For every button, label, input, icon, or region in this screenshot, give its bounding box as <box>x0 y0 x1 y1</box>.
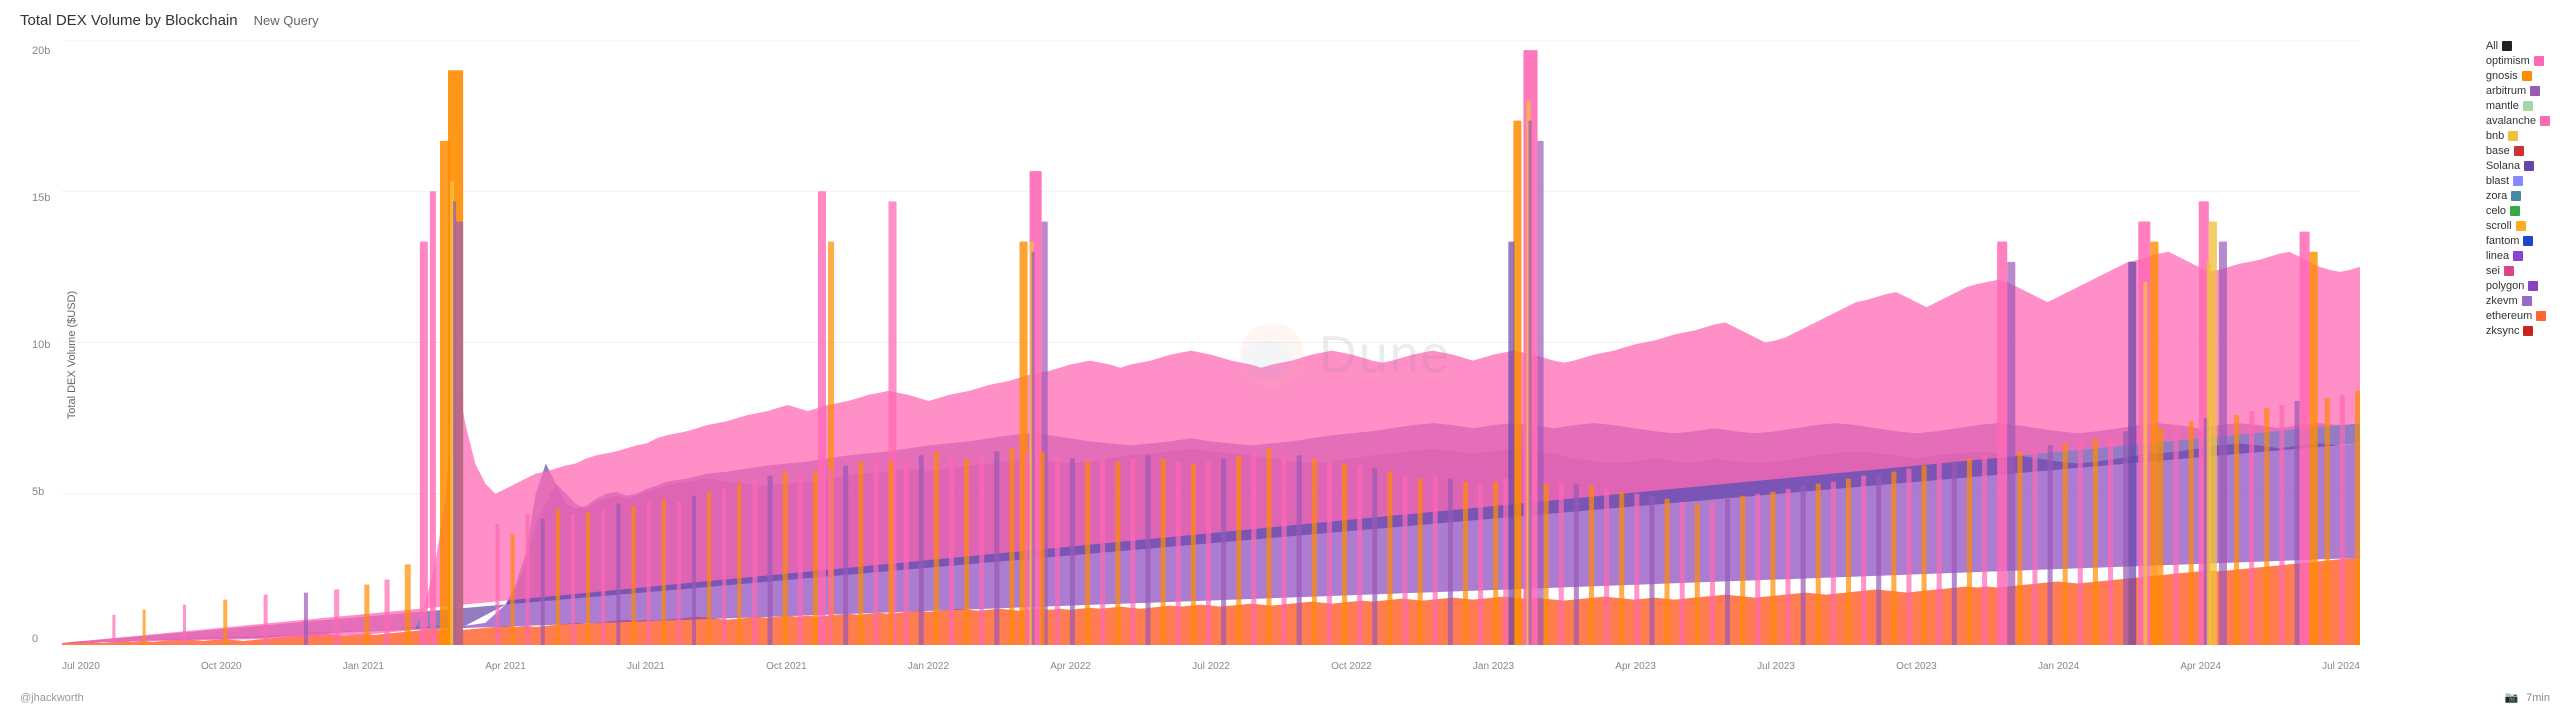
legend-item-label: fantom <box>2486 235 2520 247</box>
legend-color-swatch <box>2516 221 2526 231</box>
legend-item[interactable]: avalanche <box>2486 115 2550 127</box>
legend-color-swatch <box>2528 281 2538 291</box>
x-tick: Jan 2021 <box>343 661 384 672</box>
legend-item-label: gnosis <box>2486 70 2518 82</box>
legend-item-label: arbitrum <box>2486 85 2526 97</box>
legend-item[interactable]: zkevm <box>2486 295 2550 307</box>
x-tick: Apr 2022 <box>1050 661 1091 672</box>
legend-item[interactable]: polygon <box>2486 280 2550 292</box>
legend-color-swatch <box>2524 161 2534 171</box>
legend-color-swatch <box>2523 326 2533 336</box>
x-tick: Jan 2022 <box>908 661 949 672</box>
legend-item-label: zksync <box>2486 325 2520 337</box>
y-tick-5b: 5b <box>32 486 50 498</box>
x-tick: Jul 2021 <box>627 661 665 672</box>
legend-color-swatch <box>2522 71 2532 81</box>
legend-item[interactable]: Solana <box>2486 160 2550 172</box>
x-tick: Apr 2021 <box>485 661 526 672</box>
legend-item-label: celo <box>2486 205 2506 217</box>
legend-item-label: optimism <box>2486 55 2530 67</box>
x-tick: Jan 2024 <box>2038 661 2079 672</box>
x-tick: Jul 2024 <box>2322 661 2360 672</box>
footer-user: @jhackworth <box>20 692 84 704</box>
legend-item[interactable]: celo <box>2486 205 2550 217</box>
y-axis-ticks: 20b 15b 10b 5b 0 <box>32 45 50 645</box>
x-tick: Oct 2023 <box>1896 661 1937 672</box>
x-tick: Jul 2022 <box>1192 661 1230 672</box>
x-tick: Oct 2021 <box>766 661 807 672</box>
chart-header: Total DEX Volume by Blockchain New Query <box>20 12 319 29</box>
legend-color-swatch <box>2534 56 2544 66</box>
legend-item[interactable]: zksync <box>2486 325 2550 337</box>
legend-item-label: ethereum <box>2486 310 2532 322</box>
legend-color-swatch <box>2504 266 2514 276</box>
y-tick-20b: 20b <box>32 45 50 57</box>
legend-color-swatch <box>2536 311 2546 321</box>
x-tick: Oct 2020 <box>201 661 242 672</box>
legend-item-label: All <box>2486 40 2498 52</box>
x-tick: Apr 2024 <box>2180 661 2221 672</box>
legend-color-swatch <box>2508 131 2518 141</box>
refresh-time: 7min <box>2526 692 2550 704</box>
legend-item-label: avalanche <box>2486 115 2536 127</box>
legend-item[interactable]: fantom <box>2486 235 2550 247</box>
legend-color-swatch <box>2511 191 2521 201</box>
legend-item-label: blast <box>2486 175 2509 187</box>
legend-item[interactable]: gnosis <box>2486 70 2550 82</box>
legend-item[interactable]: mantle <box>2486 100 2550 112</box>
legend-color-swatch <box>2514 146 2524 156</box>
legend-color-swatch <box>2522 296 2532 306</box>
legend-color-swatch <box>2513 251 2523 261</box>
footer-right: 📷 7min <box>2504 691 2550 704</box>
chart-svg <box>62 40 2360 645</box>
legend-item-label: linea <box>2486 250 2509 262</box>
legend-item-label: sei <box>2486 265 2500 277</box>
legend-item[interactable]: linea <box>2486 250 2550 262</box>
y-tick-15b: 15b <box>32 192 50 204</box>
legend-item[interactable]: sei <box>2486 265 2550 277</box>
legend-item[interactable]: optimism <box>2486 55 2550 67</box>
x-tick: Oct 2022 <box>1331 661 1372 672</box>
legend-item-label: zora <box>2486 190 2507 202</box>
y-tick-10b: 10b <box>32 339 50 351</box>
legend-item[interactable]: ethereum <box>2486 310 2550 322</box>
legend-item-label: mantle <box>2486 100 2519 112</box>
legend-item[interactable]: base <box>2486 145 2550 157</box>
legend-item-label: Solana <box>2486 160 2520 172</box>
legend-color-swatch <box>2540 116 2550 126</box>
chart-title: Total DEX Volume by Blockchain <box>20 12 238 29</box>
x-tick: Jul 2020 <box>62 661 100 672</box>
new-query-button[interactable]: New Query <box>254 13 319 28</box>
legend-item[interactable]: bnb <box>2486 130 2550 142</box>
legend-item-label: scroll <box>2486 220 2512 232</box>
x-tick: Jan 2023 <box>1473 661 1514 672</box>
legend-item-label: zkevm <box>2486 295 2518 307</box>
legend-color-swatch <box>2502 41 2512 51</box>
chart-legend: All optimism gnosis arbitrum mantle avalanche… <box>2486 40 2550 337</box>
camera-icon: 📷 <box>2504 691 2518 704</box>
legend-item-label: base <box>2486 145 2510 157</box>
x-tick: Apr 2023 <box>1615 661 1656 672</box>
legend-item[interactable]: All <box>2486 40 2550 52</box>
x-axis: Jul 2020 Oct 2020 Jan 2021 Apr 2021 Jul … <box>62 661 2360 672</box>
legend-color-swatch <box>2510 206 2520 216</box>
legend-item-label: polygon <box>2486 280 2525 292</box>
legend-color-swatch <box>2530 86 2540 96</box>
legend-item-label: bnb <box>2486 130 2504 142</box>
y-tick-0: 0 <box>32 633 50 645</box>
legend-item[interactable]: scroll <box>2486 220 2550 232</box>
x-tick: Jul 2023 <box>1757 661 1795 672</box>
legend-item[interactable]: arbitrum <box>2486 85 2550 97</box>
legend-color-swatch <box>2523 236 2533 246</box>
legend-color-swatch <box>2523 101 2533 111</box>
legend-color-swatch <box>2513 176 2523 186</box>
legend-item[interactable]: blast <box>2486 175 2550 187</box>
legend-item[interactable]: zora <box>2486 190 2550 202</box>
